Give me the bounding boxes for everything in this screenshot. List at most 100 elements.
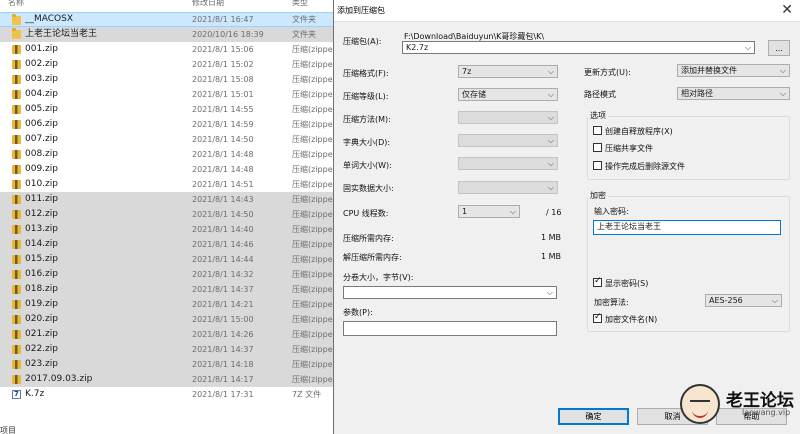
zip-icon — [12, 375, 21, 384]
zip-icon — [12, 330, 21, 339]
file-row[interactable]: __MACOSX 2021/8/1 16:47 文件夹 — [0, 12, 336, 27]
file-date: 2021/8/1 15:02 — [192, 60, 254, 69]
delete-source-checkbox[interactable]: 操作完成后删除源文件 — [593, 161, 685, 172]
file-type: 压缩(zipped) — [292, 150, 336, 159]
file-type: 压缩(zipped) — [292, 285, 336, 294]
archive-name-field[interactable]: K2.7z ⌵ — [402, 41, 755, 54]
file-row[interactable]: 008.zip 2021/8/1 14:48 压缩(zipped) — [0, 147, 336, 162]
file-row[interactable]: 006.zip 2021/8/1 14:59 压缩(zipped) — [0, 117, 336, 132]
file-type: 压缩(zipped) — [292, 180, 336, 189]
update-select[interactable]: 添加并替换文件 ⌵ — [677, 64, 790, 77]
password-input[interactable]: 上老王论坛当老王 — [593, 220, 781, 235]
file-date: 2021/8/1 14:59 — [192, 120, 254, 129]
zip-icon — [12, 120, 21, 129]
params-field[interactable] — [343, 321, 557, 336]
file-date: 2021/8/1 14:48 — [192, 150, 254, 159]
file-explorer: 名称 修改日期 类型 __MACOSX 2021/8/1 16:47 文件夹 上老王论… — [0, 0, 336, 434]
column-type-header[interactable]: 类型 — [292, 0, 308, 8]
level-select[interactable]: 仅存储 ⌵ — [458, 88, 558, 101]
dialog-title: 添加到压缩包 — [337, 6, 385, 15]
file-row[interactable]: 020.zip 2021/8/1 15:00 压缩(zipped) — [0, 312, 336, 327]
file-type: 压缩(zipped) — [292, 165, 336, 174]
file-name: 009.zip — [25, 164, 58, 174]
checkbox-box[interactable] — [593, 276, 602, 287]
file-row[interactable]: K.7z 2021/8/1 17:31 7Z 文件 — [0, 387, 336, 402]
file-row[interactable]: 012.zip 2021/8/1 14:50 压缩(zipped) — [0, 207, 336, 222]
word-select[interactable]: ⌵ — [458, 157, 558, 170]
archive-name-value: K2.7z — [406, 43, 429, 52]
threads-select[interactable]: 1 ⌵ — [458, 205, 520, 218]
file-row[interactable]: 001.zip 2021/8/1 15:06 压缩(zipped) — [0, 42, 336, 57]
file-row[interactable]: 002.zip 2021/8/1 15:02 压缩(zipped) — [0, 57, 336, 72]
file-row[interactable]: 009.zip 2021/8/1 14:48 压缩(zipped) — [0, 162, 336, 177]
file-row[interactable]: 015.zip 2021/8/1 14:44 压缩(zipped) — [0, 252, 336, 267]
path-mode-value: 相对路径 — [681, 89, 713, 98]
encrypt-names-checkbox[interactable]: 加密文件名(N) — [593, 312, 657, 325]
file-row[interactable]: 016.zip 2021/8/1 14:32 压缩(zipped) — [0, 267, 336, 282]
show-password-checkbox[interactable]: 显示密码(S) — [593, 276, 648, 289]
file-row[interactable]: 014.zip 2021/8/1 14:46 压缩(zipped) — [0, 237, 336, 252]
zip-icon — [12, 285, 21, 294]
checkbox-box[interactable] — [593, 312, 602, 323]
file-type: 压缩(zipped) — [292, 315, 336, 324]
column-name-header[interactable]: 名称 — [8, 0, 24, 8]
sfx-label: 创建自释放程序(X) — [605, 127, 673, 136]
solid-label: 固实数据大小: — [343, 184, 394, 193]
zip-icon — [12, 345, 21, 354]
checkbox-box[interactable] — [593, 143, 602, 152]
file-row[interactable]: 018.zip 2021/8/1 14:37 压缩(zipped) — [0, 282, 336, 297]
dialog-titlebar[interactable]: 添加到压缩包 ✕ — [334, 0, 800, 22]
file-date: 2021/8/1 14:21 — [192, 300, 254, 309]
path-mode-select[interactable]: 相对路径 ⌵ — [677, 87, 790, 100]
chevron-down-icon: ⌵ — [547, 113, 554, 122]
file-row[interactable]: 023.zip 2021/8/1 14:18 压缩(zipped) — [0, 357, 336, 372]
column-date-header[interactable]: 修改日期 — [192, 0, 224, 8]
mem-decomp-label: 解压缩所需内存: — [343, 253, 402, 262]
solid-select[interactable]: ⌵ — [458, 181, 558, 194]
zip-icon — [12, 45, 21, 54]
file-row[interactable]: 003.zip 2021/8/1 15:08 压缩(zipped) — [0, 72, 336, 87]
method-label: 压缩方法(M): — [343, 115, 391, 124]
file-row[interactable]: 005.zip 2021/8/1 14:55 压缩(zipped) — [0, 102, 336, 117]
method-select[interactable]: ⌵ — [458, 111, 558, 124]
zip-icon — [12, 225, 21, 234]
enc-method-label: 加密算法: — [594, 298, 629, 307]
status-bar: 项目 — [0, 426, 16, 434]
enc-method-select[interactable]: AES-256 ⌵ — [705, 294, 782, 307]
shared-checkbox[interactable]: 压缩共享文件 — [593, 143, 653, 154]
mem-decomp-value: 1 MB — [541, 252, 562, 261]
chevron-down-icon[interactable]: ⌵ — [745, 42, 751, 53]
split-size-field[interactable]: ⌵ — [343, 286, 557, 299]
file-row[interactable]: 013.zip 2021/8/1 14:40 压缩(zipped) — [0, 222, 336, 237]
file-name: 021.zip — [25, 329, 58, 339]
chevron-down-icon: ⌵ — [547, 183, 554, 192]
checkbox-box[interactable] — [593, 126, 602, 135]
file-row[interactable]: 004.zip 2021/8/1 15:01 压缩(zipped) — [0, 87, 336, 102]
file-name: 011.zip — [25, 194, 58, 204]
file-row[interactable]: 021.zip 2021/8/1 14:26 压缩(zipped) — [0, 327, 336, 342]
file-date: 2020/10/16 18:39 — [192, 30, 264, 39]
dict-select[interactable]: ⌵ — [458, 134, 558, 147]
close-icon[interactable]: ✕ — [781, 2, 793, 18]
file-row[interactable]: 019.zip 2021/8/1 14:21 压缩(zipped) — [0, 297, 336, 312]
file-date: 2021/8/1 14:50 — [192, 135, 254, 144]
format-select[interactable]: 7z ⌵ — [458, 65, 558, 78]
file-name: 006.zip — [25, 119, 58, 129]
mem-comp-label: 压缩所需内存: — [343, 234, 394, 243]
browse-button[interactable]: ... — [768, 40, 790, 56]
file-row[interactable]: 上老王论坛当老王 2020/10/16 18:39 文件夹 — [0, 27, 336, 42]
file-date: 2021/8/1 17:31 — [192, 390, 254, 399]
split-label: 分卷大小，字节(V): — [343, 273, 414, 282]
sfx-checkbox[interactable]: 创建自释放程序(X) — [593, 126, 673, 137]
file-date: 2021/8/1 14:50 — [192, 210, 254, 219]
file-row[interactable]: 007.zip 2021/8/1 14:50 压缩(zipped) — [0, 132, 336, 147]
chevron-down-icon: ⌵ — [547, 90, 554, 99]
file-row[interactable]: 022.zip 2021/8/1 14:37 压缩(zipped) — [0, 342, 336, 357]
archive-label: 压缩包(A): — [343, 37, 382, 46]
ok-button[interactable]: 确定 — [558, 408, 629, 425]
file-row[interactable]: 010.zip 2021/8/1 14:51 压缩(zipped) — [0, 177, 336, 192]
file-row[interactable]: 2017.09.03.zip 2021/8/1 14:17 压缩(zipped) — [0, 372, 336, 387]
file-row[interactable]: 011.zip 2021/8/1 14:43 压缩(zipped) — [0, 192, 336, 207]
chevron-down-icon[interactable]: ⌵ — [547, 287, 553, 298]
checkbox-box[interactable] — [593, 161, 602, 170]
